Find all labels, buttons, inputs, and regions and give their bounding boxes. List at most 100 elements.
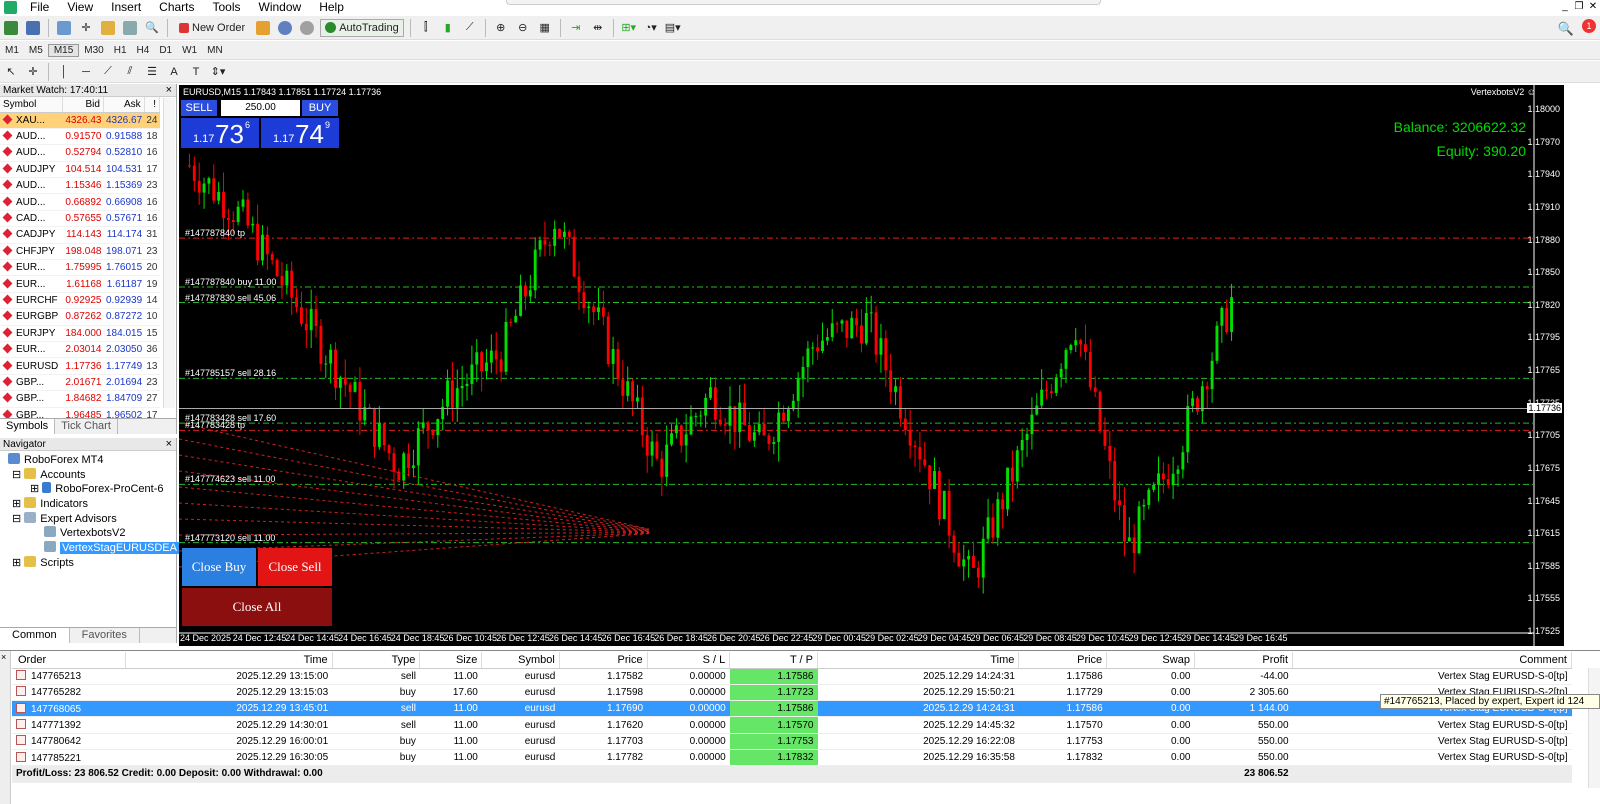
- market-watch-row[interactable]: EUR... 1.75995 1.76015 20: [0, 259, 160, 277]
- restore-icon[interactable]: ❐: [1572, 0, 1586, 14]
- indicators-icon[interactable]: ⊞▾: [620, 19, 638, 37]
- close-icon[interactable]: ×: [166, 438, 172, 451]
- zoom-in-icon[interactable]: ⊕: [492, 19, 510, 37]
- chart-shift-icon[interactable]: ⇹: [589, 19, 607, 37]
- tf-mn[interactable]: MN: [202, 45, 228, 56]
- autotrading-button[interactable]: AutoTrading: [320, 18, 404, 37]
- navigator-icon[interactable]: [99, 19, 117, 37]
- bid-price-box[interactable]: 1.17 73 6: [181, 118, 259, 149]
- tab-common[interactable]: Common: [0, 628, 70, 643]
- tab-tick-chart[interactable]: Tick Chart: [55, 419, 118, 434]
- market-watch-row[interactable]: EURUSD 1.17736 1.17749 13: [0, 357, 160, 375]
- market-watch-row[interactable]: XAU... 4326.43 4326.67 24: [0, 112, 160, 129]
- minimize-icon[interactable]: _: [1558, 0, 1572, 14]
- history-row[interactable]: 147765213 2025.12.29 13:15:00 sell 11.00 eur…: [12, 668, 1572, 685]
- menu-view[interactable]: View: [58, 0, 102, 15]
- tree-expert-advisors[interactable]: ⊟ Expert Advisors: [0, 511, 176, 527]
- new-chart-icon[interactable]: [2, 19, 20, 37]
- market-watch-row[interactable]: EUR... 1.61168 1.61187 19: [0, 275, 160, 293]
- close-icon[interactable]: ✕: [1586, 0, 1600, 14]
- col-spread[interactable]: !: [144, 97, 161, 113]
- menu-insert[interactable]: Insert: [102, 0, 150, 15]
- market-watch-row[interactable]: CAD... 0.57655 0.57671 16: [0, 210, 160, 228]
- fibonacci-icon[interactable]: ☰: [143, 63, 161, 81]
- text-label-icon[interactable]: T: [187, 63, 205, 81]
- col-header[interactable]: Type: [332, 652, 421, 669]
- col-header[interactable]: Price: [559, 652, 648, 669]
- autoscroll-icon[interactable]: ⇥: [567, 19, 585, 37]
- chart-window[interactable]: EURUSD,M15 1.17843 1.17851 1.17724 1.177…: [179, 85, 1564, 646]
- col-header[interactable]: Profit: [1194, 652, 1294, 669]
- menu-charts[interactable]: Charts: [150, 0, 203, 15]
- tf-m15[interactable]: M15: [47, 43, 80, 57]
- col-header[interactable]: Time: [125, 652, 333, 669]
- market-watch-row[interactable]: AUDJPY 104.514 104.531 17: [0, 161, 160, 179]
- market-watch-row[interactable]: EURGBP 0.87262 0.87272 10: [0, 308, 160, 326]
- col-header[interactable]: Time: [817, 652, 1020, 669]
- strategy-tester-icon[interactable]: 🔍: [143, 19, 161, 37]
- market-watch-row[interactable]: CHFJPY 198.048 198.071 23: [0, 243, 160, 261]
- horizontal-line-icon[interactable]: ─: [77, 63, 95, 81]
- market-watch-row[interactable]: GBP... 2.01671 2.01694 23: [0, 374, 160, 392]
- history-row[interactable]: 147780642 2025.12.29 16:00:01 buy 11.00 euru…: [12, 733, 1572, 750]
- col-header[interactable]: Price: [1018, 652, 1108, 669]
- trendline-icon[interactable]: ⟋: [99, 63, 117, 81]
- tile-windows-icon[interactable]: ▦: [536, 19, 554, 37]
- tree-ea-vertexstag[interactable]: VertexStagEURUSDEA: [0, 541, 179, 556]
- close-sell-button[interactable]: Close Sell: [258, 548, 332, 586]
- col-ask[interactable]: Ask: [103, 97, 145, 113]
- tree-scripts[interactable]: ⊞ Scripts: [0, 555, 176, 571]
- col-header[interactable]: Comment: [1292, 652, 1572, 669]
- tf-w1[interactable]: W1: [177, 45, 202, 56]
- signals-icon[interactable]: [276, 19, 294, 37]
- market-icon[interactable]: [298, 19, 316, 37]
- metaeditor-icon[interactable]: [254, 19, 272, 37]
- tree-account[interactable]: ⊞ RoboForex-ProCent-6: [0, 482, 176, 497]
- tree-accounts[interactable]: ⊟ Accounts: [0, 467, 176, 483]
- new-order-button[interactable]: New Order: [174, 19, 250, 37]
- tab-favorites[interactable]: Favorites: [70, 628, 140, 643]
- history-row[interactable]: 147768065 2025.12.29 13:45:01 sell 11.00 eur…: [12, 700, 1572, 718]
- price-chart[interactable]: [179, 85, 1564, 646]
- tf-m5[interactable]: M5: [24, 45, 48, 56]
- scrollbar[interactable]: [1588, 668, 1600, 788]
- search-icon[interactable]: 🔍: [1558, 21, 1574, 37]
- terminal-icon[interactable]: [121, 19, 139, 37]
- menu-file[interactable]: File: [21, 0, 58, 15]
- tf-h4[interactable]: H4: [132, 45, 155, 56]
- close-icon[interactable]: ×: [166, 84, 172, 97]
- market-watch-row[interactable]: AUD... 0.52794 0.52810 16: [0, 144, 160, 162]
- menu-tools[interactable]: Tools: [204, 0, 250, 15]
- market-watch-row[interactable]: EURJPY 184.000 184.015 15: [0, 325, 160, 342]
- tree-root[interactable]: RoboForex MT4: [0, 453, 176, 468]
- market-watch-row[interactable]: EURCHF 0.92925 0.92939 14: [0, 292, 160, 310]
- vertical-line-icon[interactable]: │: [55, 63, 73, 81]
- templates-icon[interactable]: ▤▾: [664, 19, 682, 37]
- col-header[interactable]: Size: [419, 652, 483, 669]
- notification-icon[interactable]: 1: [1582, 19, 1596, 33]
- market-watch-row[interactable]: AUD... 0.66892 0.66908 16: [0, 193, 160, 211]
- col-header[interactable]: Order: [12, 652, 127, 669]
- market-watch-row[interactable]: GBP... 1.84682 1.84709 27: [0, 390, 160, 408]
- crosshair-tool-icon[interactable]: ✛: [24, 63, 42, 81]
- candlestick-icon[interactable]: ▮: [439, 19, 457, 37]
- scrollbar[interactable]: [163, 98, 175, 408]
- tf-m30[interactable]: M30: [79, 45, 108, 56]
- history-row[interactable]: 147771392 2025.12.29 14:30:01 sell 11.00 eur…: [12, 716, 1572, 734]
- tf-h1[interactable]: H1: [109, 45, 132, 56]
- market-watch-row[interactable]: CADJPY 114.143 114.174 31: [0, 226, 160, 244]
- market-watch-row[interactable]: EUR... 2.03014 2.03050 36: [0, 341, 160, 359]
- text-icon[interactable]: A: [165, 63, 183, 81]
- channel-icon[interactable]: ⫽: [121, 63, 139, 81]
- history-row[interactable]: 147765282 2025.12.29 13:15:03 buy 17.60 euru…: [12, 684, 1572, 702]
- col-header[interactable]: Swap: [1106, 652, 1195, 669]
- col-header[interactable]: Symbol: [481, 652, 560, 669]
- cursor-icon[interactable]: ↖: [2, 63, 20, 81]
- buy-button[interactable]: BUY: [302, 100, 338, 116]
- line-chart-icon[interactable]: ⟋: [461, 19, 479, 37]
- bar-chart-icon[interactable]: ⫿: [417, 19, 435, 37]
- col-header[interactable]: T / P: [729, 652, 818, 669]
- close-all-button[interactable]: Close All: [182, 588, 332, 626]
- close-icon[interactable]: ×: [1, 652, 6, 662]
- market-watch-row[interactable]: AUD... 1.15346 1.15369 23: [0, 177, 160, 195]
